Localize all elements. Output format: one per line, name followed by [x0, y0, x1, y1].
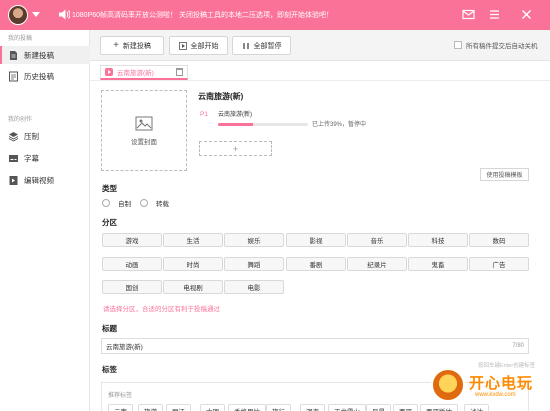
zone-option[interactable]: 影视: [286, 233, 346, 247]
upload-status: 已上传39%，暂停中: [312, 122, 367, 128]
zone-option[interactable]: 科技: [408, 233, 468, 247]
zone-option[interactable]: 音乐: [347, 233, 407, 247]
sidebar-item-label: 新建投稿: [24, 50, 54, 60]
file-tab[interactable]: 云南旅游(新): [100, 65, 188, 80]
zone-option[interactable]: 生活: [163, 233, 223, 247]
sidebar-item-edit-video[interactable]: 编辑视频: [0, 171, 90, 189]
recommended-tag[interactable]: 云南: [108, 404, 133, 411]
video-title: 云南旅游(新): [198, 92, 244, 101]
pause-icon: [242, 42, 249, 49]
part-name: 云南旅游(新): [218, 112, 252, 118]
recommended-tag[interactable]: 泸沽: [464, 404, 489, 411]
title-heading: 标题: [102, 324, 117, 333]
zone-option[interactable]: 娱乐: [224, 233, 284, 247]
watermark-logo: 开心电玩 www.kxdw.com: [431, 368, 541, 404]
recommended-tag[interactable]: 旅行: [266, 404, 291, 411]
part-label: P1: [200, 111, 208, 118]
upload-progress-bar: [218, 123, 308, 126]
radio-icon[interactable]: [102, 199, 110, 207]
sidebar-item-new-upload[interactable]: 新建投稿: [0, 46, 90, 64]
zone-option[interactable]: 游戏: [102, 233, 162, 247]
auto-shutdown-checkbox[interactable]: [454, 41, 462, 49]
zone-option[interactable]: 国创: [102, 280, 162, 294]
type-option-repost[interactable]: 转载: [140, 198, 169, 208]
watermark-text: 开心电玩: [469, 375, 534, 392]
sidebar-item-label: 字幕: [24, 153, 39, 163]
video-file-icon: [105, 68, 113, 76]
chevron-down-icon[interactable]: [32, 12, 40, 17]
recommended-tag[interactable]: 丽江: [166, 404, 191, 411]
start-all-button[interactable]: 全部开始: [169, 36, 228, 55]
toolbar: + 新建投稿 全部开始 全部暂停 所有稿件提交后自动关机: [90, 30, 550, 60]
new-upload-button[interactable]: + 新建投稿: [100, 36, 164, 55]
stack-icon: [8, 131, 19, 142]
speaker-icon: [59, 9, 70, 20]
title-input[interactable]: 云南旅游(新) 7/80: [101, 338, 529, 354]
top-bar: 1080P60帧高清码率开放公测啦！ 关闭投稿工具的本地二压选项，即刻开始体验吧…: [0, 0, 550, 30]
document-icon: [10, 50, 17, 60]
upload-form: 云南旅游(新) 设置封面 云南旅游(新) P1 云南旅游(新) 已上传39%，暂…: [90, 60, 550, 411]
sidebar-item-subtitle[interactable]: 字幕: [0, 149, 90, 167]
set-cover-button[interactable]: 设置封面: [101, 90, 187, 171]
image-icon: [135, 116, 153, 130]
mail-icon[interactable]: [462, 8, 475, 21]
title-char-count: 7/80: [512, 343, 524, 349]
recommended-tag[interactable]: 西双: [393, 404, 418, 411]
sidebar-group-my-creations: 我的创作: [8, 117, 33, 123]
recommended-tag[interactable]: 风景: [366, 404, 391, 411]
radio-icon[interactable]: [140, 199, 148, 207]
recommended-tag[interactable]: 洱海: [300, 404, 325, 411]
history-icon: [9, 71, 18, 81]
divider: [90, 80, 550, 81]
type-option-original[interactable]: 自制: [102, 198, 131, 208]
video-edit-icon: [9, 175, 18, 185]
add-part-button[interactable]: +: [199, 141, 272, 156]
zone-option[interactable]: 时尚: [163, 257, 223, 271]
zone-hint: 请选择分区，合适的分区有利于投稿通过: [103, 306, 220, 313]
use-template-button[interactable]: 使用投稿模板: [480, 168, 529, 181]
type-heading: 类型: [102, 184, 117, 193]
sidebar-item-label: 历史投稿: [24, 71, 54, 81]
auto-shutdown-option[interactable]: 所有稿件提交后自动关机: [454, 40, 538, 50]
sidebar: 我的投稿 新建投稿 历史投稿 我的创作 压制 字幕 编辑视频: [0, 30, 90, 411]
recommended-tag[interactable]: 大理: [200, 404, 225, 411]
sidebar-group-my-uploads: 我的投稿: [8, 36, 33, 42]
avatar[interactable]: [8, 5, 28, 25]
settings-icon[interactable]: [488, 8, 501, 21]
zone-option[interactable]: 电视剧: [163, 280, 223, 294]
notice-text[interactable]: 1080P60帧高清码率开放公测啦！ 关闭投稿工具的本地二压选项，即刻开始体验吧…: [72, 10, 333, 20]
sidebar-item-label: 编辑视频: [24, 175, 54, 185]
zone-option[interactable]: 广告: [469, 257, 529, 271]
subtitle-icon: [9, 154, 18, 162]
recommended-tags-label: 推荐标签: [108, 393, 133, 399]
recommended-tag[interactable]: 香格里拉: [228, 404, 266, 411]
close-icon[interactable]: [520, 8, 533, 21]
zone-option[interactable]: 纪录片: [347, 257, 407, 271]
zone-option[interactable]: 动画: [102, 257, 162, 271]
upload-progress-fill: [218, 123, 254, 126]
tag-heading: 标签: [102, 365, 117, 374]
zone-option[interactable]: 舞蹈: [224, 257, 284, 271]
sidebar-item-label: 压制: [24, 131, 39, 141]
watermark-mascot-icon: [431, 368, 465, 402]
zone-heading: 分区: [102, 218, 117, 227]
recommended-tag[interactable]: 旅游: [138, 404, 163, 411]
zone-option[interactable]: 鬼畜: [408, 257, 468, 271]
play-icon: [178, 41, 187, 50]
zone-option[interactable]: 电影: [224, 280, 284, 294]
zone-option[interactable]: 番剧: [286, 257, 346, 271]
sidebar-item-compress[interactable]: 压制: [0, 127, 90, 145]
zone-option[interactable]: 数码: [469, 233, 529, 247]
pause-all-button[interactable]: 全部暂停: [232, 36, 291, 55]
sidebar-item-history[interactable]: 历史投稿: [0, 67, 90, 85]
watermark-url: www.kxdw.com: [475, 392, 516, 398]
recommended-tag[interactable]: 西双版纳: [420, 404, 458, 411]
plus-icon: +: [113, 40, 119, 51]
trash-icon[interactable]: [176, 68, 183, 76]
recommended-tag[interactable]: 玉龙雪山: [328, 404, 366, 411]
